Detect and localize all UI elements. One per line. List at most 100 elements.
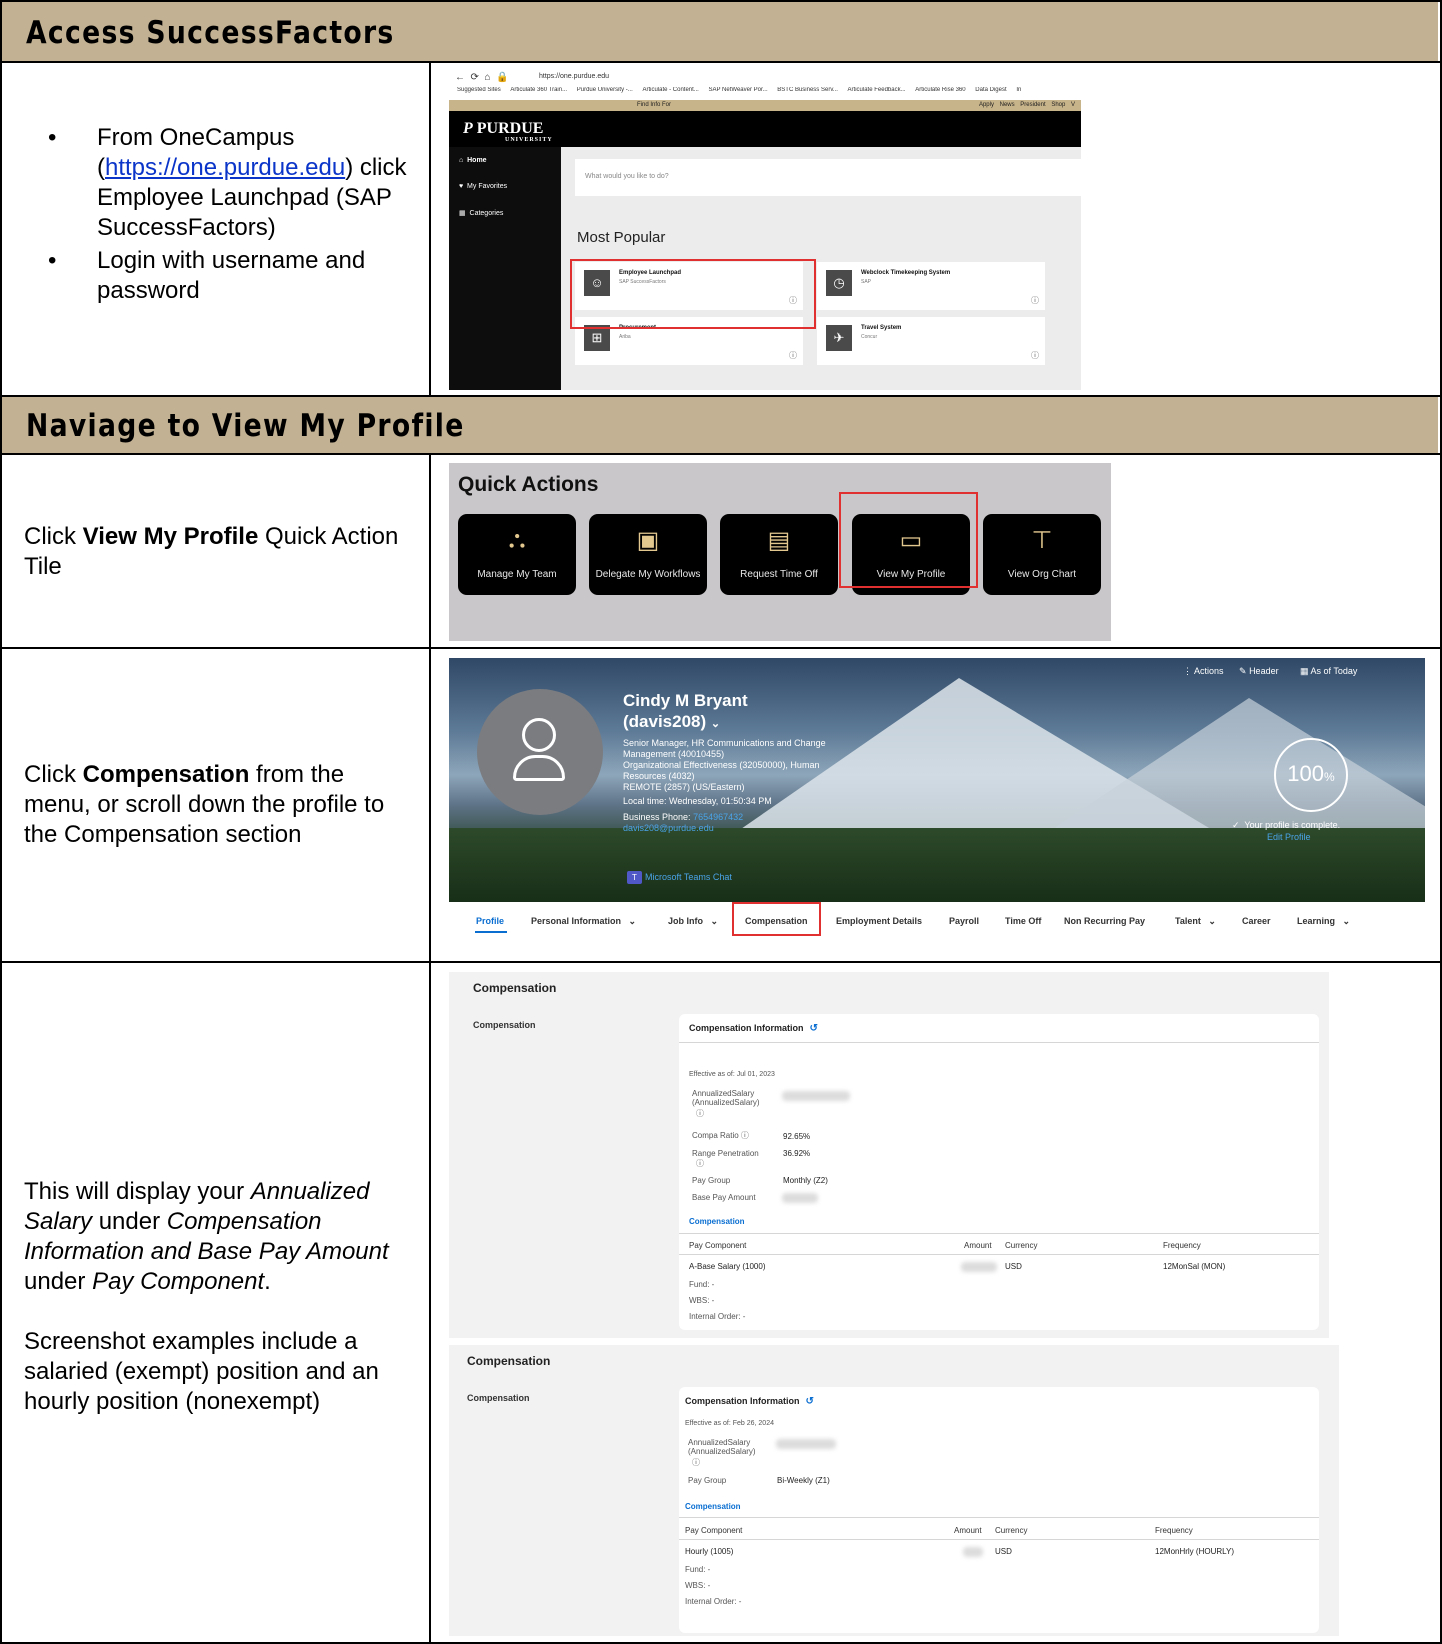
history-icon[interactable]: ↺ [806,1396,814,1407]
redacted-value [782,1193,818,1203]
bookmark[interactable]: Data Digest [975,87,1006,93]
range-penetration-value: 36.92% [783,1149,811,1158]
pay-group-label: Pay Group [692,1176,731,1185]
purdue-logo: P PURDUE UNIVERSITY [463,120,552,143]
bookmark[interactable]: Purdue University -... [577,87,633,93]
instruction-emphasis: Pay Component [92,1268,265,1295]
col-currency: Currency [995,1526,1028,1535]
compa-ratio-value: 92.65% [783,1132,811,1141]
as-of-today-button[interactable]: ▦ As of Today [1300,666,1357,677]
section-title: Access SuccessFactors [26,15,395,51]
purdue-header: P PURDUE UNIVERSITY [449,111,1081,147]
tab-learning[interactable]: Learning ⌄ [1297,916,1350,927]
frequency-value: 12MonSal (MON) [1163,1262,1226,1271]
team-icon: ⛬ [508,526,526,553]
home-icon: ⌂ [459,157,464,164]
bookmark[interactable]: Articulate - Content... [642,87,698,93]
divider [0,961,1442,963]
logo-text: PURDUE [476,120,544,137]
section-header-navigate: Naviage to View My Profile [2,397,1438,453]
info-icon[interactable]: ⓘ [1031,350,1039,361]
instruction-text: Click [24,523,83,550]
business-phone: Business Phone: 7654967432 [623,812,843,823]
sidebar-item-favorites[interactable]: ♥ My Favorites [459,183,507,190]
onecampus-screenshot: ← ⟳ ⌂ 🔒 https://one.purdue.edu Suggested… [449,70,1081,390]
help-icon[interactable]: ⓘ [692,1458,700,1467]
tab-label: Talent [1175,916,1201,926]
history-icon[interactable]: ↺ [810,1023,818,1034]
request-time-off-tile[interactable]: ▤ Request Time Off [720,514,838,595]
list-item: Login with username and password [0,246,420,306]
tab-career[interactable]: Career [1242,916,1271,926]
tile-label: Manage My Team [477,569,557,580]
compensation-info-card: Compensation Information ↺ Effective as o… [679,1387,1319,1633]
teams-chat-link[interactable]: T Microsoft Teams Chat [627,871,732,884]
info-icon[interactable]: ⓘ [1031,295,1039,306]
email-link[interactable]: davis208@purdue.edu [623,823,843,834]
compensation-info-card: Compensation Information ↺ Effective as o… [679,1014,1319,1330]
job-title: Senior Manager, HR Communications and Ch… [623,738,826,759]
bookmark[interactable]: In [1016,87,1021,93]
phone-link[interactable]: 7654967432 [693,812,743,822]
comp-subtitle: Compensation [473,1020,536,1030]
tab-time-off[interactable]: Time Off [1005,916,1041,926]
bookmark[interactable]: Suggested Sites [457,87,501,93]
col-pay-component: Pay Component [689,1241,747,1250]
col-frequency: Frequency [1155,1526,1193,1535]
tile-webclock[interactable]: ◷ Webclock Timekeeping System SAP ⓘ [817,262,1045,310]
bookmark[interactable]: Articulate 360 Train... [510,87,567,93]
org-chart-icon: ⊤ [1031,527,1053,554]
username-dropdown[interactable]: (davis208) ⌄ [623,711,748,735]
heart-icon: ♥ [459,183,464,190]
bookmark[interactable]: Articulate Rise 360 [915,87,965,93]
tab-talent[interactable]: Talent ⌄ [1175,916,1216,927]
actions-button[interactable]: ⋮ Actions [1183,666,1224,677]
effective-date: Effective as of: Jul 01, 2023 [689,1071,775,1078]
col-pay-component: Pay Component [685,1526,743,1535]
onecampus-link[interactable]: https://one.purdue.edu [105,154,345,181]
calendar-icon: ▦ [1300,666,1309,676]
tab-payroll[interactable]: Payroll [949,916,979,926]
top-links[interactable]: Apply News President Shop V [979,102,1075,108]
redacted-value [782,1091,850,1101]
sidebar-item-home[interactable]: ⌂ Home [459,157,487,164]
tile-subtitle: Ariba [619,334,631,340]
header-button[interactable]: ✎ Header [1239,666,1279,677]
bookmark[interactable]: Articulate Feedback... [848,87,906,93]
help-icon[interactable]: ⓘ [696,1159,704,1168]
edit-profile-link[interactable]: Edit Profile [1267,832,1311,842]
divider [429,61,431,397]
help-icon[interactable]: ⓘ [696,1109,704,1118]
manage-my-team-tile[interactable]: ⛬ Manage My Team [458,514,576,595]
tab-employment-details[interactable]: Employment Details [836,916,922,926]
tile-subtitle: Concur [861,334,878,340]
tab-profile[interactable]: Profile [476,916,504,926]
username-text: (davis208) [623,712,707,731]
section-header-access: Access SuccessFactors [2,2,1438,61]
bookmark[interactable]: SAP NetWeaver Por... [708,87,767,93]
instruction-text: under [92,1208,167,1235]
help-icon[interactable]: ⓘ [741,1131,749,1140]
sidebar-item-categories[interactable]: ▦ Categories [459,209,503,217]
more-vertical-icon: ⋮ [1183,666,1192,676]
highlight-box [839,492,978,588]
view-org-chart-tile[interactable]: ⊤ View Org Chart [983,514,1101,595]
tab-job-info[interactable]: Job Info ⌄ [668,916,718,927]
range-penetration-label: Range Penetration [692,1149,759,1158]
tab-personal-information[interactable]: Personal Information ⌄ [531,916,636,927]
most-popular-heading: Most Popular [577,229,666,246]
col-amount: Amount [964,1241,992,1250]
bookmark[interactable]: BSTC Business Serv... [777,87,838,93]
fund-value: Fund: - [689,1280,715,1289]
wbs-value: WBS: - [689,1296,715,1305]
search-input[interactable]: What would you like to do? [575,159,1081,196]
info-icon[interactable]: ⓘ [789,350,797,361]
tile-label: View Org Chart [1007,569,1077,580]
tab-non-recurring-pay[interactable]: Non Recurring Pay [1064,916,1145,926]
logo-subtext: UNIVERSITY [505,137,553,143]
pay-group-value: Bi-Weekly (Z1) [777,1476,830,1485]
tile-travel[interactable]: ✈ Travel System Concur ⓘ [817,317,1045,365]
currency-value: USD [1005,1262,1022,1271]
delegate-workflows-tile[interactable]: ▣ Delegate My Workflows [589,514,707,595]
find-info-link[interactable]: Find Info For [637,102,671,108]
